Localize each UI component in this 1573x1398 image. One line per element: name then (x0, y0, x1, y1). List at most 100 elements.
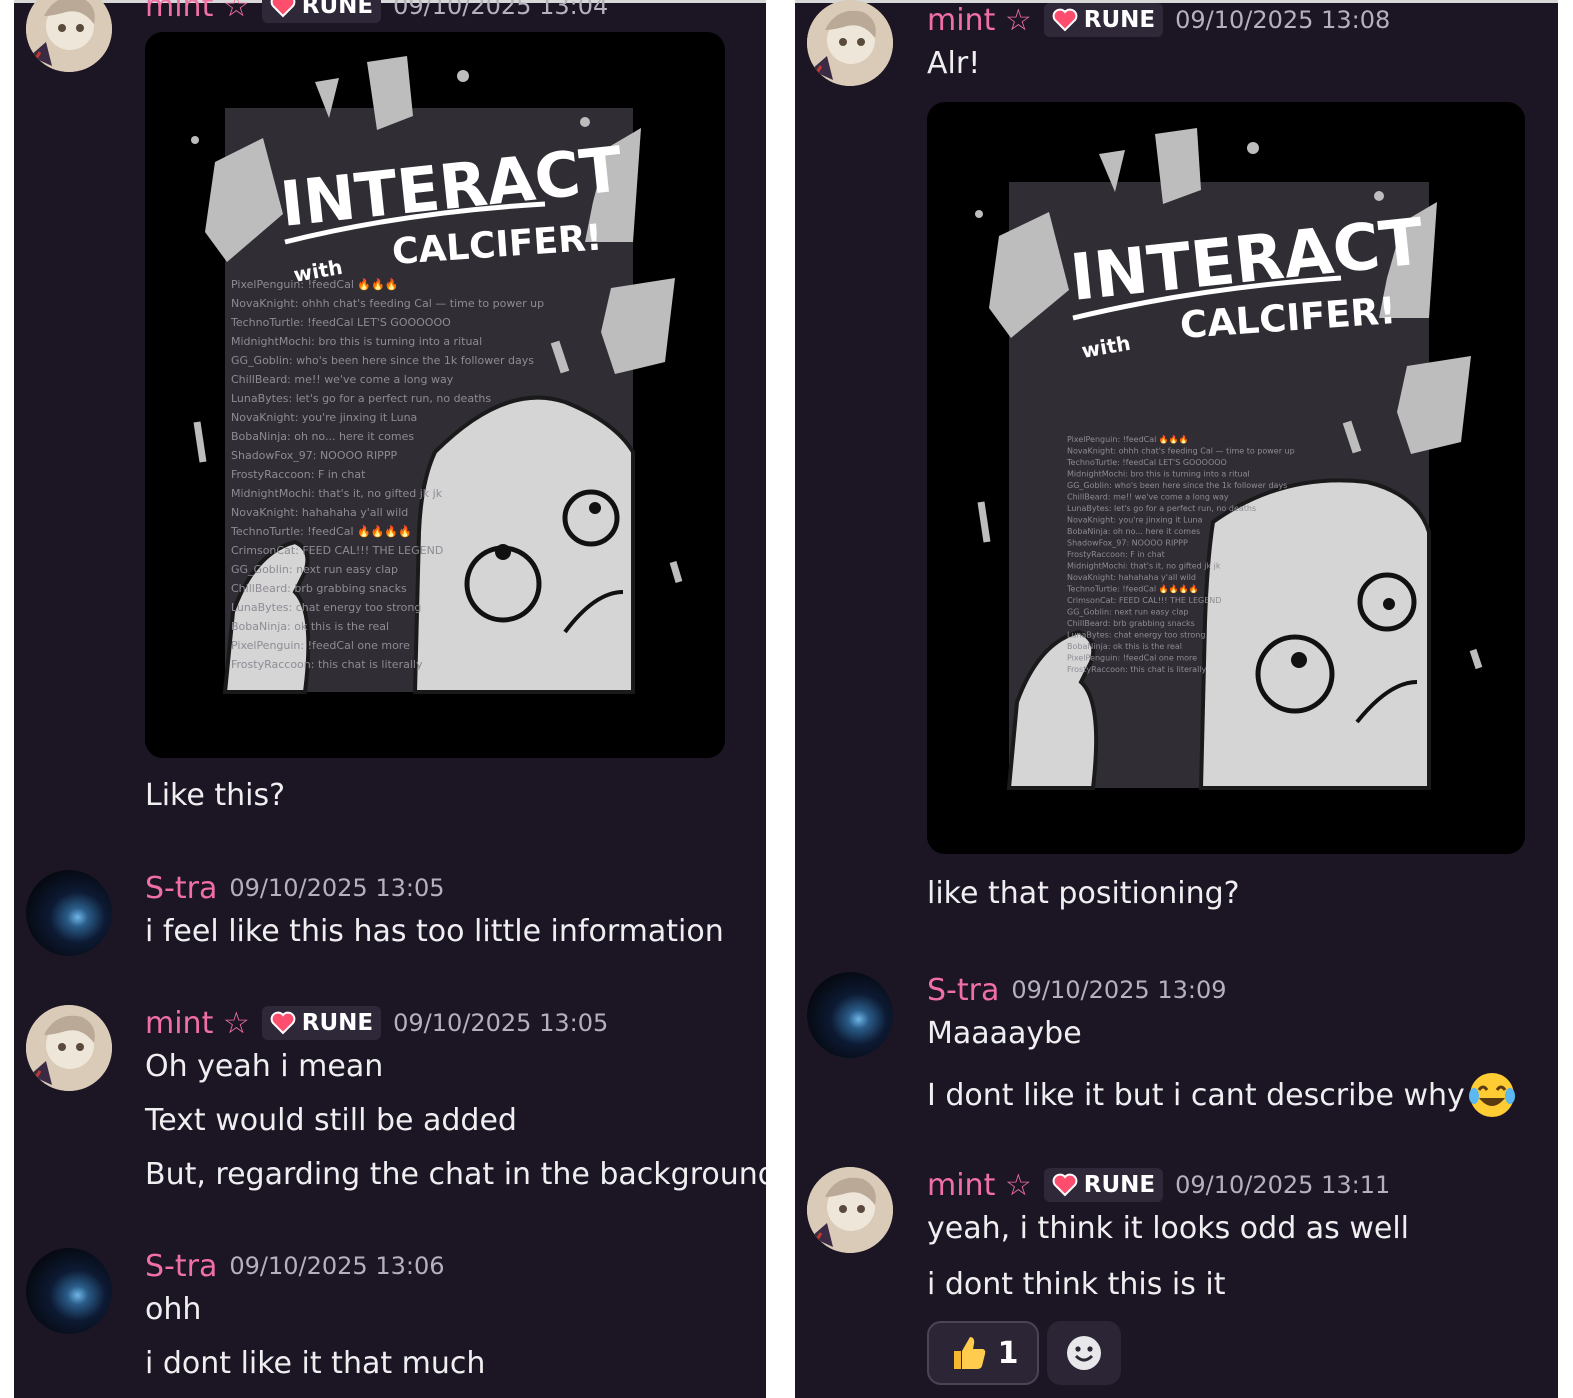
message-text: i feel like this has too little informat… (145, 914, 724, 949)
message-text: Alr! (927, 46, 981, 81)
role-badge-label: RUNE (1083, 7, 1156, 33)
username[interactable]: mint ☆ (145, 1006, 250, 1041)
role-badge[interactable]: RUNE (261, 0, 382, 23)
smiley-icon (1067, 1336, 1101, 1370)
image-attachment[interactable]: INTERACT CALCIFER! with PixelPenguin: !f… (927, 102, 1525, 854)
username[interactable]: S-tra (927, 973, 999, 1008)
role-badge[interactable]: RUNE (1043, 1168, 1164, 1202)
message-text: I dont like it but i cant describe why (927, 1077, 1465, 1113)
art-chat-line: MidnightMochi: bro this is turning into … (231, 335, 482, 348)
role-badge-label: RUNE (1083, 1172, 1156, 1198)
avatar-mint[interactable] (26, 1005, 112, 1091)
timestamp: 09/10/2025 13:05 (393, 1009, 609, 1037)
timestamp: 09/10/2025 13:11 (1175, 1171, 1391, 1199)
message-header: S-tra 09/10/2025 13:05 (145, 868, 444, 908)
art-chat-line: TechnoTurtle: !feedCal 🔥🔥🔥🔥 (230, 525, 412, 538)
art-chat-line: FrostyRaccoon: F in chat (1067, 550, 1165, 559)
art-chat-line: NovaKnight: you're jinxing it Luna (231, 411, 417, 424)
heart-icon (1052, 8, 1078, 32)
avatar-stra[interactable] (807, 972, 893, 1058)
message-header: mint ☆ RUNE 09/10/2025 13:05 (145, 1003, 608, 1043)
username[interactable]: mint ☆ (927, 3, 1032, 38)
art-chat-line: PixelPenguin: !feedCal one more (1067, 654, 1197, 663)
avatar-mint[interactable] (26, 0, 112, 72)
timestamp: 09/10/2025 13:06 (229, 1252, 445, 1280)
message-text: yeah, i think it looks odd as well (927, 1211, 1409, 1246)
art-chat-line: NovaKnight: you're jinxing it Luna (1067, 516, 1203, 525)
message-text: i dont think this is it (927, 1267, 1226, 1302)
calcifer-stream-mockup-image: INTERACT CALCIFER! with PixelPenguin: !f… (927, 102, 1525, 854)
message-text: Like this? (145, 778, 286, 813)
timestamp: 09/10/2025 13:08 (1175, 6, 1391, 34)
chat-panel-right: mint ☆ RUNE 09/10/2025 13:08 Alr! INTERA… (795, 0, 1558, 1398)
username[interactable]: mint ☆ (145, 0, 250, 24)
art-chat-line: LunaBytes: chat energy too strong (231, 601, 421, 614)
art-chat-line: BobaNinja: ok this is the real (231, 620, 389, 633)
add-reaction-button[interactable] (1047, 1321, 1121, 1385)
message-text: i dont like it that much (145, 1346, 486, 1381)
art-chat-line: LunaBytes: let's go for a perfect run, n… (1067, 504, 1256, 513)
thumbs-up-emoji-icon (953, 1337, 985, 1369)
art-chat-line: GG_Goblin: next run easy clap (1067, 608, 1188, 617)
avatar-mint[interactable] (807, 1167, 893, 1253)
username[interactable]: S-tra (145, 1249, 217, 1284)
message-header: mint ☆ RUNE 09/10/2025 13:08 (927, 0, 1390, 40)
message-text: Text would still be added (145, 1103, 517, 1138)
message-text: ohh (145, 1292, 202, 1327)
username[interactable]: mint ☆ (927, 1168, 1032, 1203)
role-badge-label: RUNE (301, 0, 374, 19)
avatar-mint[interactable] (807, 0, 893, 86)
art-chat-line: PixelPenguin: !feedCal 🔥🔥🔥 (1067, 434, 1189, 444)
heart-icon (1052, 1173, 1078, 1197)
message-text-row: I dont like it but i cant describe why (927, 1070, 1517, 1120)
art-chat-line: NovaKnight: ohhh chat's feeding Cal — ti… (1067, 447, 1295, 456)
art-chat-line: GG_Goblin: who's been here since the 1k … (1067, 481, 1287, 490)
role-badge[interactable]: RUNE (261, 1006, 382, 1040)
message-text: Oh yeah i mean (145, 1049, 384, 1084)
art-chat-line: ShadowFox_97: NOOOO RIPPP (231, 449, 397, 462)
art-chat-line: ChillBeard: me!! we've come a long way (231, 373, 454, 386)
message-text: But, regarding the chat in the backgroun… (145, 1157, 766, 1192)
art-chat-line: MidnightMochi: bro this is turning into … (1067, 470, 1250, 479)
art-chat-line: CrimsonCat: FEED CAL!!! THE LEGEND (231, 544, 443, 557)
art-chat-line: LunaBytes: let's go for a perfect run, n… (231, 392, 491, 405)
art-chat-line: BobaNinja: oh no... here it comes (1067, 527, 1200, 536)
timestamp: 09/10/2025 13:04 (393, 0, 609, 20)
art-chat-line: TechnoTurtle: !feedCal LET'S GOOOOOO (1066, 458, 1227, 467)
image-attachment[interactable]: INTERACT CALCIFER! with PixelPenguin: !f… (145, 32, 725, 758)
laughing-crying-emoji-icon (1468, 1073, 1515, 1117)
role-badge[interactable]: RUNE (1043, 3, 1164, 37)
message-text: like that positioning? (927, 876, 1240, 911)
message-header: mint ☆ RUNE 09/10/2025 13:04 (145, 0, 608, 26)
art-chat-line: PixelPenguin: !feedCal 🔥🔥🔥 (231, 278, 398, 291)
heart-icon (270, 1011, 296, 1035)
calcifer-stream-mockup-image: INTERACT CALCIFER! with PixelPenguin: !f… (145, 32, 725, 758)
avatar-stra[interactable] (26, 1248, 112, 1334)
art-chat-line: MidnightMochi: that's it, no gifted jk j… (1067, 562, 1221, 571)
art-chat-line: ChillBeard: brb grabbing snacks (1067, 619, 1195, 628)
art-chat-line: CrimsonCat: FEED CAL!!! THE LEGEND (1067, 596, 1221, 605)
message-header: S-tra 09/10/2025 13:09 (927, 970, 1226, 1010)
role-badge-label: RUNE (301, 1010, 374, 1036)
art-chat-line: TechnoTurtle: !feedCal 🔥🔥🔥🔥 (1066, 584, 1198, 594)
art-chat-line: FrostyRaccoon: F in chat (231, 468, 366, 481)
timestamp: 09/10/2025 13:05 (229, 874, 445, 902)
art-chat-line: TechnoTurtle: !feedCal LET'S GOOOOOO (230, 316, 451, 329)
reaction-thumbs-up[interactable]: 1 (927, 1321, 1039, 1385)
reaction-count: 1 (997, 1335, 1019, 1371)
art-chat-line: MidnightMochi: that's it, no gifted jk j… (231, 487, 443, 500)
art-chat-line: FrostyRaccoon: this chat is literally (1067, 665, 1207, 674)
art-chat-line: FrostyRaccoon: this chat is literally (231, 658, 423, 671)
art-chat-line: PixelPenguin: !feedCal one more (231, 639, 410, 652)
art-chat-line: ChillBeard: me!! we've come a long way (1067, 493, 1229, 502)
heart-icon (270, 0, 296, 18)
message-header: S-tra 09/10/2025 13:06 (145, 1246, 444, 1286)
art-chat-line: ChillBeard: brb grabbing snacks (231, 582, 407, 595)
chat-panel-left: mint ☆ RUNE 09/10/2025 13:04 INTERACT CA… (14, 0, 766, 1398)
avatar-stra[interactable] (26, 870, 112, 956)
username[interactable]: S-tra (145, 871, 217, 906)
art-chat-line: GG_Goblin: who's been here since the 1k … (231, 354, 534, 367)
art-chat-line: LunaBytes: chat energy too strong (1067, 631, 1205, 640)
art-chat-line: BobaNinja: ok this is the real (1067, 642, 1182, 651)
timestamp: 09/10/2025 13:09 (1011, 976, 1227, 1004)
